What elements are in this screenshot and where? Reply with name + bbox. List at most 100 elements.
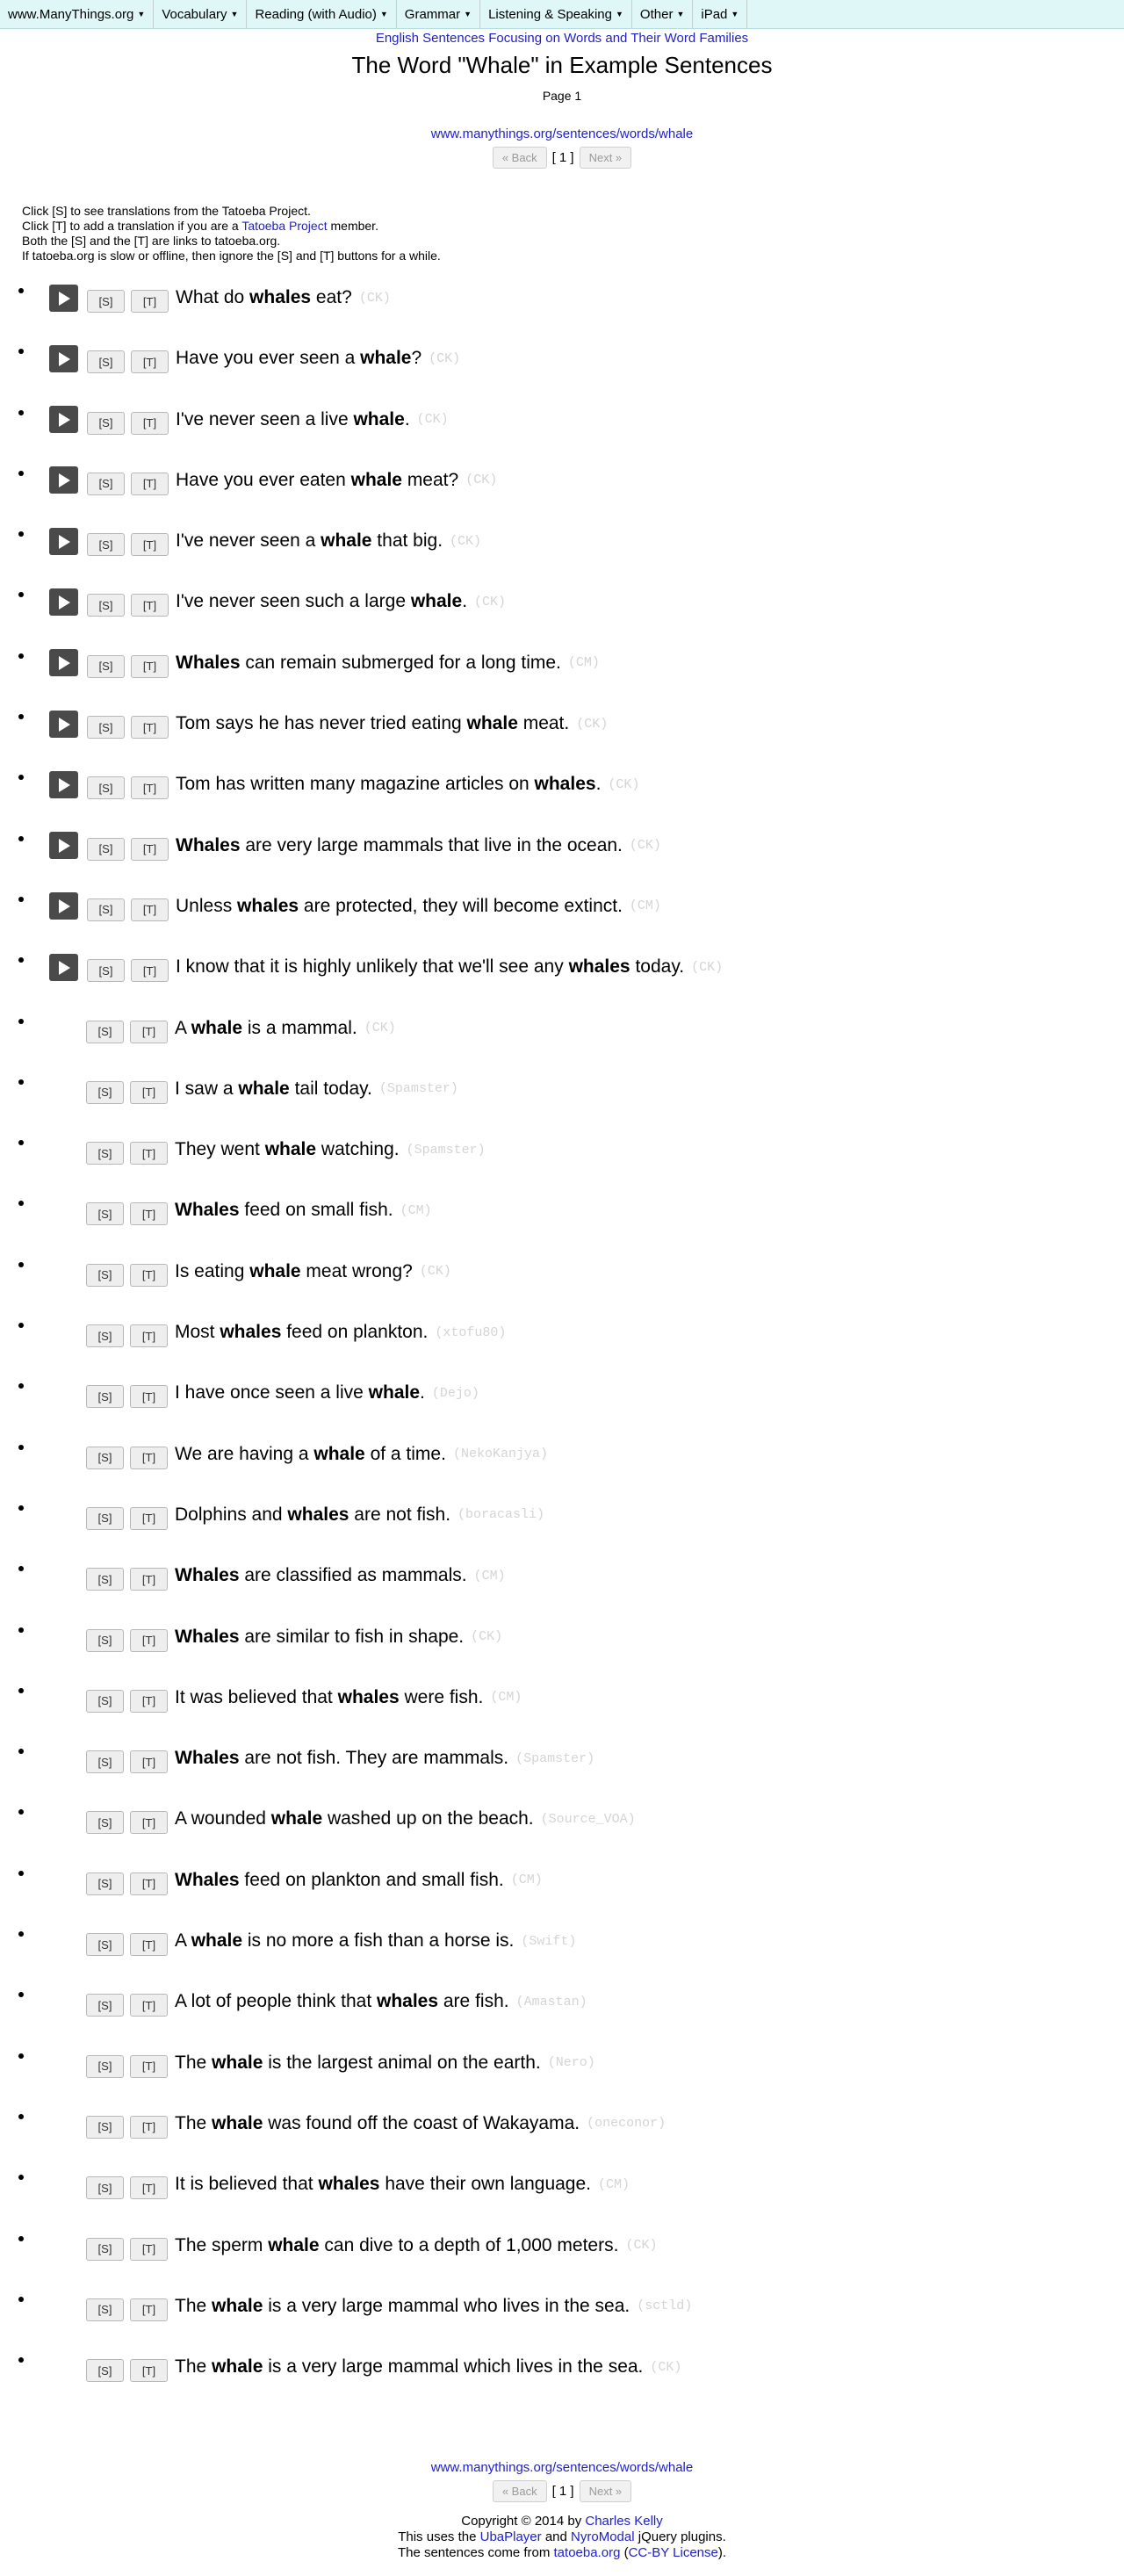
tatoeba-link[interactable]: tatoeba.org [554, 2545, 621, 2560]
add-translation-button[interactable]: [T] [130, 1202, 168, 1226]
see-translations-button[interactable]: [S] [86, 1506, 124, 1530]
add-translation-button[interactable]: [T] [131, 290, 169, 313]
add-translation-button[interactable]: [T] [130, 1080, 168, 1104]
add-translation-button[interactable]: [T] [130, 2359, 168, 2383]
add-translation-button[interactable]: [T] [131, 350, 169, 374]
menu-grammar[interactable]: Grammar ▼ [397, 0, 481, 28]
add-translation-button[interactable]: [T] [130, 1994, 168, 2017]
play-audio-icon[interactable] [49, 406, 78, 434]
see-translations-button[interactable]: [S] [87, 290, 125, 313]
see-translations-button[interactable]: [S] [86, 1080, 124, 1104]
see-translations-button[interactable]: [S] [87, 533, 125, 557]
see-translations-button[interactable]: [S] [86, 2176, 124, 2200]
see-translations-button[interactable]: [S] [87, 959, 125, 983]
see-translations-button[interactable]: [S] [86, 1568, 124, 1591]
see-translations-button[interactable]: [S] [87, 776, 125, 800]
see-translations-button[interactable]: [S] [87, 411, 125, 435]
see-translations-button[interactable]: [S] [86, 1446, 124, 1469]
see-translations-button[interactable]: [S] [86, 2298, 124, 2321]
see-translations-button[interactable]: [S] [87, 350, 125, 374]
add-translation-button[interactable]: [T] [131, 472, 169, 495]
play-audio-icon[interactable] [49, 344, 78, 372]
see-translations-button[interactable]: [S] [87, 654, 125, 678]
add-translation-button[interactable]: [T] [130, 2054, 168, 2078]
add-translation-button[interactable]: [T] [130, 1750, 168, 1774]
menu-manythings[interactable]: www.ManyThings.org ▼ [0, 0, 155, 28]
play-audio-icon[interactable] [49, 953, 78, 981]
add-translation-button[interactable]: [T] [130, 1385, 168, 1409]
add-translation-button[interactable]: [T] [131, 533, 169, 557]
add-translation-button[interactable]: [T] [131, 594, 169, 617]
play-audio-icon[interactable] [49, 710, 78, 738]
add-translation-button[interactable]: [T] [130, 1446, 168, 1469]
back-button[interactable]: « Back [492, 147, 547, 169]
play-audio-icon[interactable] [49, 588, 78, 616]
see-translations-button[interactable]: [S] [86, 2115, 124, 2139]
next-button[interactable]: Next » [579, 2480, 632, 2503]
see-translations-button[interactable]: [S] [86, 1385, 124, 1409]
add-translation-button[interactable]: [T] [131, 654, 169, 678]
see-translations-button[interactable]: [S] [86, 1020, 124, 1043]
see-translations-button[interactable]: [S] [87, 898, 125, 921]
add-translation-button[interactable]: [T] [130, 1568, 168, 1591]
add-translation-button[interactable]: [T] [130, 1811, 168, 1835]
menu-listening-speaking[interactable]: Listening & Speaking ▼ [480, 0, 632, 28]
add-translation-button[interactable]: [T] [131, 716, 169, 740]
play-audio-icon[interactable] [49, 770, 78, 798]
see-translations-button[interactable]: [S] [87, 837, 125, 861]
see-translations-button[interactable]: [S] [87, 716, 125, 740]
add-translation-button[interactable]: [T] [130, 2115, 168, 2139]
add-translation-button[interactable]: [T] [130, 1689, 168, 1713]
add-translation-button[interactable]: [T] [131, 411, 169, 435]
page-url-link[interactable]: www.manythings.org/sentences/words/whale [431, 126, 693, 141]
ubaplayer-link[interactable]: UbaPlayer [480, 2529, 542, 2544]
play-audio-icon[interactable] [49, 466, 78, 494]
play-audio-icon[interactable] [49, 527, 78, 555]
see-translations-button[interactable]: [S] [86, 1994, 124, 2017]
add-translation-button[interactable]: [T] [131, 898, 169, 921]
see-translations-button[interactable]: [S] [86, 1689, 124, 1713]
add-translation-button[interactable]: [T] [131, 959, 169, 983]
see-translations-button[interactable]: [S] [86, 1872, 124, 1895]
menu-reading[interactable]: Reading (with Audio) ▼ [247, 0, 397, 28]
play-audio-icon[interactable] [49, 892, 78, 920]
add-translation-button[interactable]: [T] [130, 2176, 168, 2200]
nyromodal-link[interactable]: NyroModal [571, 2529, 635, 2544]
play-audio-icon[interactable] [49, 832, 78, 860]
back-button[interactable]: « Back [492, 2480, 547, 2503]
add-translation-button[interactable]: [T] [130, 1020, 168, 1043]
see-translations-button[interactable]: [S] [86, 1142, 124, 1165]
add-translation-button[interactable]: [T] [130, 2298, 168, 2321]
see-translations-button[interactable]: [S] [86, 1628, 124, 1652]
add-translation-button[interactable]: [T] [130, 1872, 168, 1895]
add-translation-button[interactable]: [T] [131, 837, 169, 861]
see-translations-button[interactable]: [S] [86, 1202, 124, 1226]
see-translations-button[interactable]: [S] [86, 2237, 124, 2261]
add-translation-button[interactable]: [T] [130, 1933, 168, 1957]
footer-url-link[interactable]: www.manythings.org/sentences/words/whale [431, 2460, 693, 2475]
see-translations-button[interactable]: [S] [86, 1263, 124, 1287]
add-translation-button[interactable]: [T] [130, 1506, 168, 1530]
next-button[interactable]: Next » [579, 147, 632, 169]
menu-other[interactable]: Other ▼ [632, 0, 694, 28]
add-translation-button[interactable]: [T] [130, 1628, 168, 1652]
play-audio-icon[interactable] [49, 649, 78, 677]
see-translations-button[interactable]: [S] [86, 1324, 124, 1348]
license-link[interactable]: CC-BY License [629, 2545, 718, 2560]
menu-ipad[interactable]: iPad ▼ [693, 0, 748, 28]
tatoeba-project-link[interactable]: Tatoeba Project [241, 219, 327, 233]
see-translations-button[interactable]: [S] [86, 1933, 124, 1957]
see-translations-button[interactable]: [S] [86, 2054, 124, 2078]
see-translations-button[interactable]: [S] [86, 1811, 124, 1835]
add-translation-button[interactable]: [T] [131, 776, 169, 800]
menu-vocabulary[interactable]: Vocabulary ▼ [154, 0, 248, 28]
see-translations-button[interactable]: [S] [87, 472, 125, 495]
add-translation-button[interactable]: [T] [130, 1142, 168, 1165]
author-link[interactable]: Charles Kelly [585, 2514, 662, 2529]
see-translations-button[interactable]: [S] [86, 2359, 124, 2383]
add-translation-button[interactable]: [T] [130, 1263, 168, 1287]
see-translations-button[interactable]: [S] [86, 1750, 124, 1774]
subtitle-link[interactable]: English Sentences Focusing on Words and … [376, 31, 748, 46]
play-audio-icon[interactable] [49, 284, 78, 312]
add-translation-button[interactable]: [T] [130, 1324, 168, 1348]
